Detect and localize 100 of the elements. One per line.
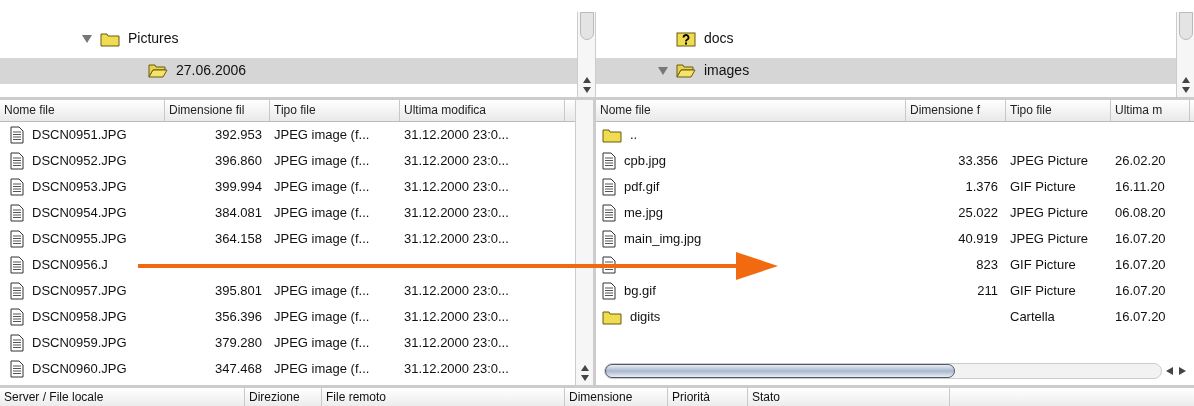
document-icon — [602, 152, 616, 170]
file-name: cpb.jpg — [624, 152, 666, 171]
column-header[interactable]: Tipo file — [270, 100, 400, 121]
column-header[interactable]: Server / File locale — [0, 388, 245, 406]
column-header[interactable]: Direzione — [245, 388, 322, 406]
table-cell-text: 16.11.20 — [1114, 178, 1166, 197]
table-cell-text: 16.07.20 — [1114, 308, 1167, 327]
table-cell-text: 356.396 — [214, 308, 263, 327]
file-name: DSCN0955.JPG — [32, 230, 127, 249]
document-icon — [602, 178, 616, 196]
table-cell-text: JPEG image (f... — [273, 360, 371, 379]
scroll-up-icon[interactable] — [1181, 77, 1190, 83]
column-header[interactable]: Ultima modifica — [400, 100, 565, 121]
file-name: .. — [630, 126, 638, 145]
table-cell-text: JPEG Picture — [1009, 152, 1090, 171]
table-cell-text: GIF Picture — [1009, 282, 1077, 301]
table-cell-text: 31.12.2000 23:0... — [403, 230, 510, 249]
column-header[interactable]: Stato — [748, 388, 950, 406]
folder-icon — [100, 30, 120, 47]
file-name: DSCN0956.J — [32, 256, 108, 275]
file-name: DSCN0960.JPG — [32, 360, 127, 379]
table-cell-text: 823 — [975, 256, 999, 275]
file-name: DSCN0959.JPG — [32, 334, 127, 353]
table-cell-text: JPEG Picture — [1009, 204, 1090, 223]
file-name: DSCN0952.JPG — [32, 152, 127, 171]
document-icon — [10, 308, 24, 326]
folder-icon — [602, 309, 622, 325]
expanded-triangle-icon[interactable] — [82, 33, 92, 44]
table-cell-text: JPEG image (f... — [273, 152, 371, 171]
scroll-down-icon[interactable] — [580, 375, 589, 381]
table-cell-text: 16.07.20 — [1114, 282, 1167, 301]
horizontal-scrollbar[interactable] — [604, 363, 1162, 379]
document-icon — [10, 126, 24, 144]
table-cell-text: 25.022 — [957, 204, 999, 223]
tree-item[interactable]: Pictures — [0, 25, 577, 52]
table-cell-text: 33.356 — [957, 152, 999, 171]
tree-item[interactable]: images — [596, 57, 1176, 84]
table-cell-text: 31.12.2000 23:0... — [403, 308, 510, 327]
table-cell-text: JPEG image (f... — [273, 282, 371, 301]
vertical-scrollbar[interactable] — [575, 100, 593, 385]
table-cell-text: 392.953 — [214, 126, 263, 145]
table-cell-text: JPEG image (f... — [273, 126, 371, 145]
document-icon — [602, 230, 616, 248]
file-name: DSCN0953.JPG — [32, 178, 127, 197]
column-header[interactable]: Ultima m — [1111, 100, 1190, 121]
table-cell-text: 1.376 — [964, 178, 999, 197]
file-name: bg.gif — [624, 282, 656, 301]
table-cell-text: GIF Picture — [1009, 178, 1077, 197]
document-icon — [602, 282, 616, 300]
table-cell-text: 399.994 — [214, 178, 263, 197]
table-cell-text: JPEG image (f... — [273, 308, 371, 327]
document-icon — [10, 230, 24, 248]
scroll-left-icon[interactable] — [1166, 367, 1174, 375]
document-icon — [10, 360, 24, 378]
table-cell-text: 31.12.2000 23:0... — [403, 282, 510, 301]
table-cell-text: 26.02.20 — [1114, 152, 1167, 171]
table-cell-text: GIF Picture — [1009, 256, 1077, 275]
table-cell-text: 16.07.20 — [1114, 230, 1167, 249]
scroll-down-icon[interactable] — [1181, 87, 1190, 93]
document-icon — [10, 256, 24, 274]
table-cell-text: 31.12.2000 23:0... — [403, 178, 510, 197]
question-folder-icon — [676, 30, 696, 47]
file-name: me.jpg — [624, 204, 664, 223]
table-cell-text: JPEG image (f... — [273, 334, 371, 353]
column-header[interactable]: Tipo file — [1006, 100, 1111, 121]
table-cell-text: JPEG Picture — [1009, 230, 1090, 249]
table-cell-text: 40.919 — [957, 230, 999, 249]
table-cell-text: 396.860 — [214, 152, 263, 171]
table-cell-text: 211 — [976, 282, 999, 301]
tree-item[interactable]: 27.06.2006 — [0, 57, 577, 84]
scroll-up-icon[interactable] — [582, 77, 591, 83]
file-name: DSCN0957.JPG — [32, 282, 127, 301]
column-header[interactable]: File remoto — [322, 388, 565, 406]
column-header[interactable]: Dimensione f — [906, 100, 1006, 121]
file-name: pdf.gif — [624, 178, 660, 197]
table-cell-text: 31.12.2000 23:0... — [403, 334, 510, 353]
file-name: DSCN0954.JPG — [32, 204, 127, 223]
table-cell-text: JPEG image (f... — [273, 230, 371, 249]
table-cell-text: 384.081 — [214, 204, 263, 223]
document-icon — [10, 204, 24, 222]
file-name: DSCN0958.JPG — [32, 308, 127, 327]
table-cell-text: 379.280 — [214, 334, 263, 353]
expanded-triangle-icon[interactable] — [658, 65, 668, 76]
document-icon — [10, 152, 24, 170]
vertical-scrollbar[interactable] — [1176, 12, 1194, 97]
table-cell-text: JPEG image (f... — [273, 178, 371, 197]
column-header[interactable]: Dimensione — [565, 388, 668, 406]
scroll-up-icon[interactable] — [580, 365, 589, 371]
scroll-down-icon[interactable] — [582, 87, 591, 93]
file-name: digits — [630, 308, 661, 327]
table-cell-text: 16.07.20 — [1114, 256, 1167, 275]
tree-item[interactable]: docs — [596, 25, 1176, 52]
column-header[interactable]: Dimensione fil — [165, 100, 270, 121]
table-cell-text: 06.08.20 — [1114, 204, 1167, 223]
column-header[interactable]: Nome file — [596, 100, 906, 121]
scroll-right-icon[interactable] — [1178, 367, 1186, 375]
column-header[interactable]: Priorità — [668, 388, 748, 406]
vertical-scrollbar[interactable] — [577, 12, 595, 97]
column-header[interactable]: Nome file — [0, 100, 165, 121]
file-name: DSCN0951.JPG — [32, 126, 127, 145]
